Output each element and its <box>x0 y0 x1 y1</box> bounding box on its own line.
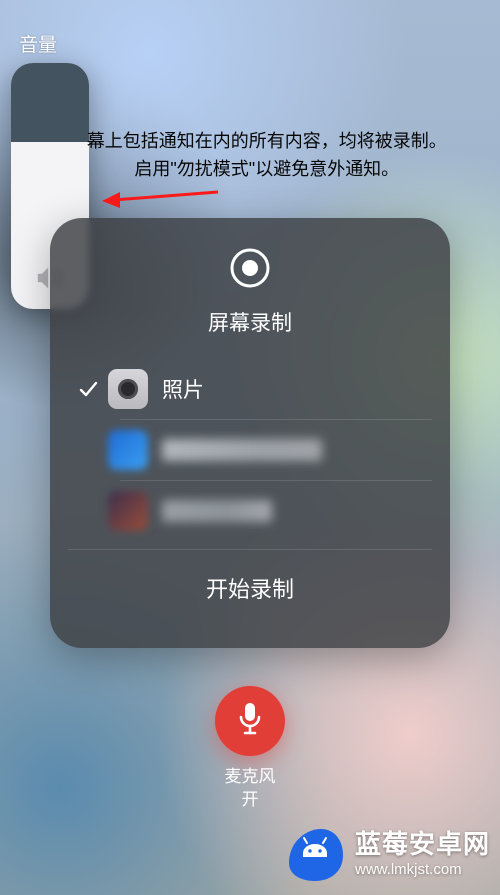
destination-app-2[interactable] <box>50 420 450 480</box>
record-icon <box>228 246 272 295</box>
recording-notice: 幕上包括通知在内的所有内容，均将被录制。 启用"勿扰模式"以避免意外通知。 <box>57 128 477 184</box>
watermark: 蓝莓安卓网 www.lmkjst.com <box>283 823 490 885</box>
start-recording-button[interactable]: 开始录制 <box>50 550 450 628</box>
microphone-button[interactable] <box>215 686 285 756</box>
microphone-icon <box>236 701 264 742</box>
panel-title: 屏幕录制 <box>208 307 292 337</box>
watermark-title: 蓝莓安卓网 <box>355 828 490 861</box>
microphone-toggle[interactable]: 麦克风 开 <box>215 686 285 812</box>
app-icon-blur-1 <box>108 430 148 470</box>
notice-line-1: 幕上包括通知在内的所有内容，均将被录制。 <box>57 128 477 156</box>
watermark-url: www.lmkjst.com <box>355 861 490 880</box>
microphone-caption: 麦克风 开 <box>225 766 276 812</box>
app-icon-blur-2 <box>108 491 148 531</box>
destination-photos[interactable]: 照片 <box>50 359 450 419</box>
destination-app-3[interactable] <box>50 481 450 541</box>
notice-line-2: 启用"勿扰模式"以避免意外通知。 <box>57 156 477 184</box>
annotation-arrow <box>100 182 220 210</box>
screen-recording-panel: 屏幕录制 照片 开始录制 <box>50 218 450 648</box>
destination-list: 照片 开始录制 <box>50 359 450 628</box>
mic-caption-line2: 开 <box>225 789 276 812</box>
watermark-logo-icon <box>283 823 345 885</box>
destination-label: 照片 <box>162 374 204 404</box>
destination-label-blur <box>162 439 322 461</box>
camera-icon <box>108 369 148 409</box>
destination-label-blur <box>162 500 272 522</box>
volume-label: 音量 <box>19 30 89 57</box>
mic-caption-line1: 麦克风 <box>225 766 276 789</box>
checkmark-icon <box>74 379 102 399</box>
